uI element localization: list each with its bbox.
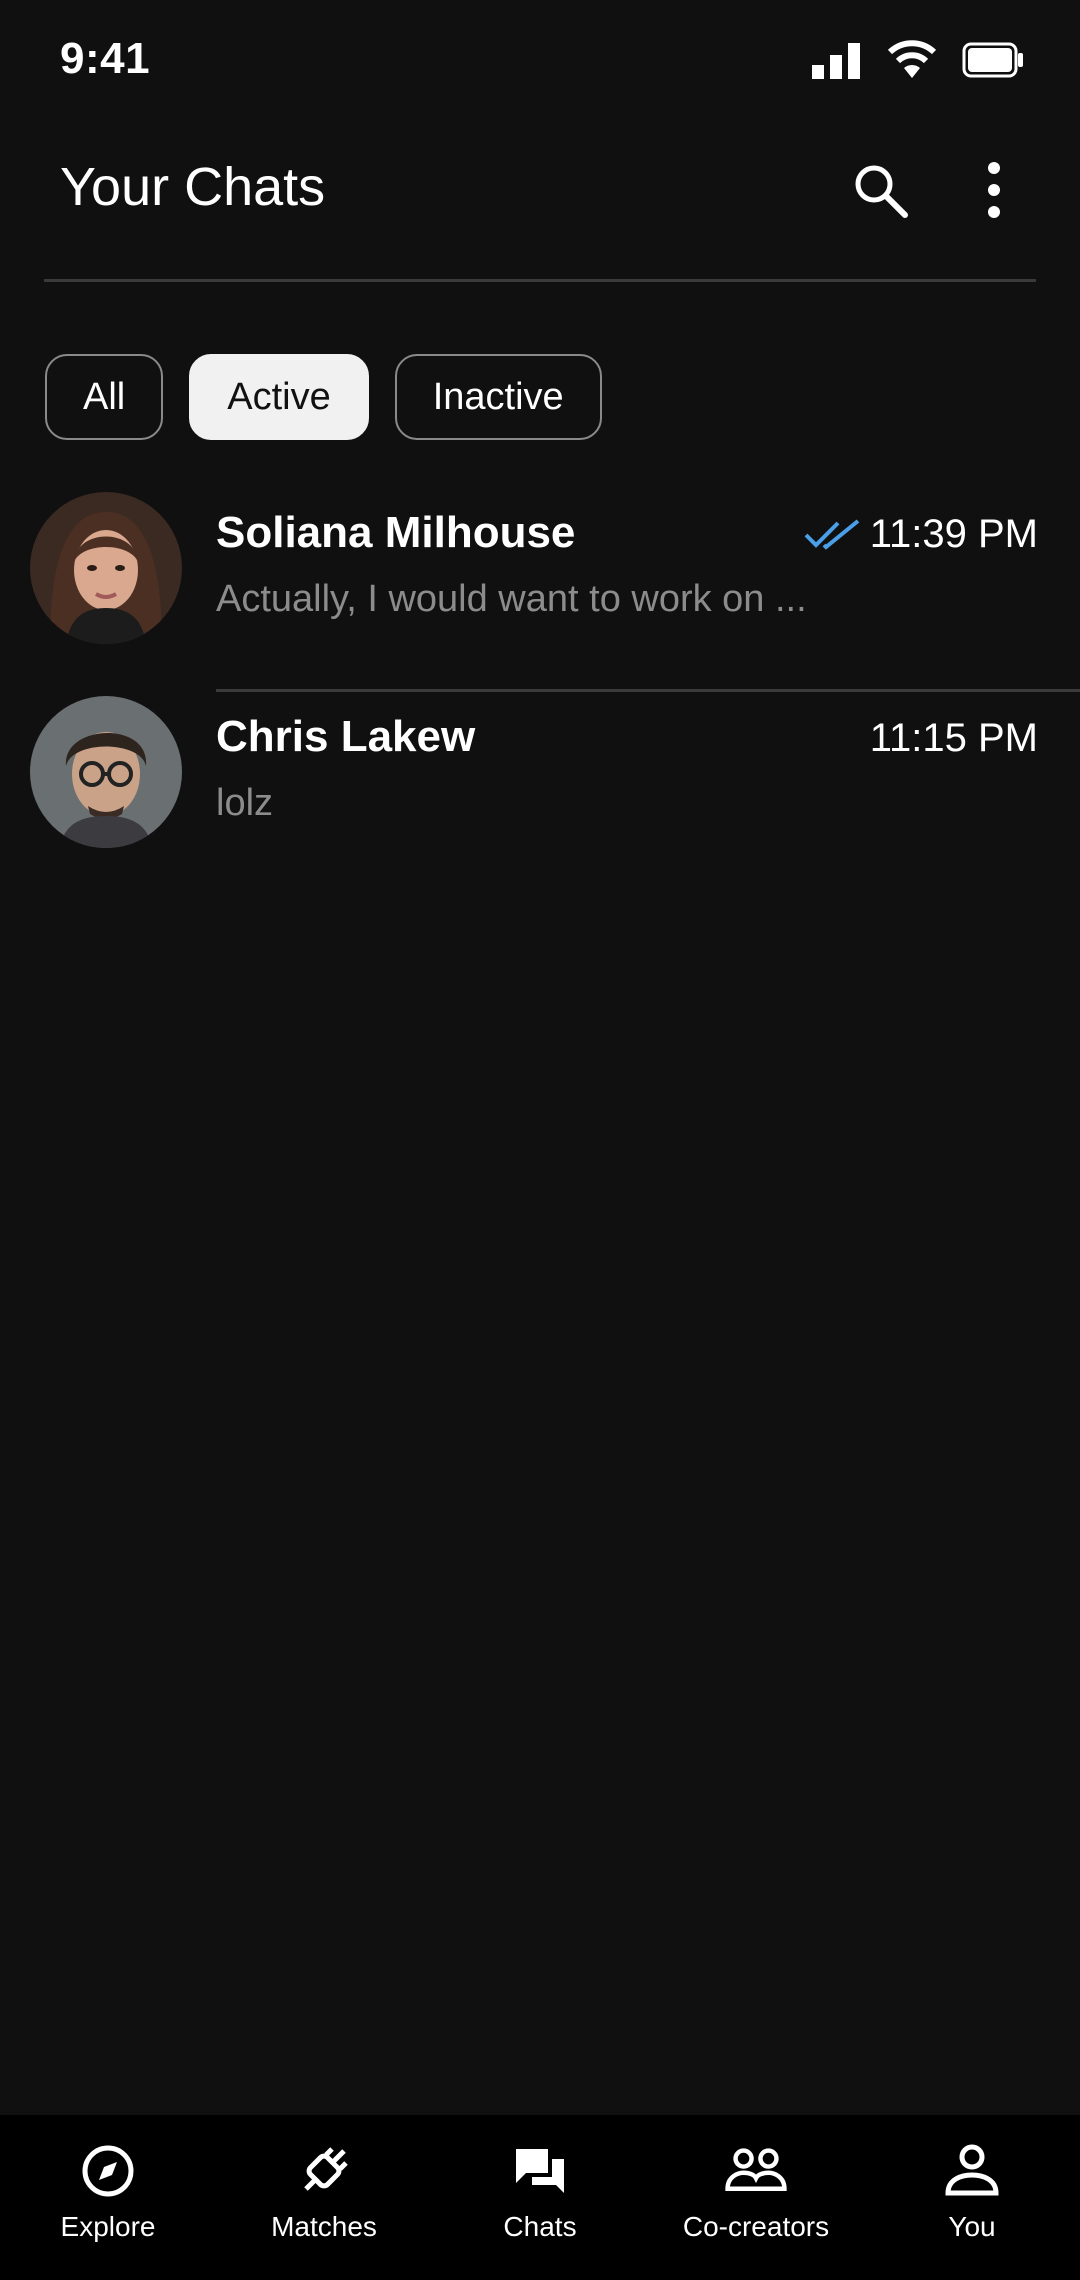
avatar — [30, 696, 182, 848]
nav-label: Explore — [60, 2211, 156, 2242]
double-check-icon — [804, 518, 860, 550]
group-icon — [724, 2139, 788, 2203]
battery-icon — [962, 42, 1023, 78]
chat-message-preview: Actually, I would want to work on ... — [216, 578, 807, 620]
more-options-button[interactable] — [954, 150, 1034, 230]
nav-item-matches[interactable]: Matches — [216, 2115, 432, 2280]
header: Your Chats — [0, 120, 1080, 280]
page-title: Your Chats — [60, 157, 326, 217]
nav-item-you[interactable]: You — [864, 2115, 1080, 2280]
filter-all-chip[interactable]: All — [45, 354, 164, 440]
person-icon — [940, 2139, 1004, 2203]
chat-list: Soliana Milhouse 11:39 PM Actually, I wo… — [0, 488, 1080, 896]
filter-chips: All Active Inactive — [45, 354, 602, 440]
chat-timestamp: 11:39 PM — [804, 512, 1038, 557]
chat-message-preview: lolz — [216, 782, 274, 824]
status-time: 9:41 — [60, 34, 151, 83]
nav-item-chats[interactable]: Chats — [432, 2115, 648, 2280]
status-bar: 9:41 — [0, 0, 1080, 120]
nav-item-co-creators[interactable]: Co-creators — [648, 2115, 864, 2280]
bottom-navigation: Explore Matches Chats Co-creators You — [0, 2115, 1080, 2280]
filter-inactive-chip[interactable]: Inactive — [394, 354, 602, 440]
header-divider — [44, 279, 1036, 282]
chat-timestamp: 11:15 PM — [870, 716, 1038, 761]
filter-active-chip[interactable]: Active — [189, 354, 369, 440]
chat-list-item[interactable]: Chris Lakew 11:15 PM lolz — [0, 692, 1080, 896]
chat-contact-name: Soliana Milhouse — [216, 508, 576, 557]
chat-time-text: 11:15 PM — [869, 716, 1038, 760]
wifi-icon — [887, 40, 937, 78]
plug-icon — [292, 2139, 356, 2203]
status-icons — [812, 40, 1024, 80]
nav-label: Matches — [271, 2211, 377, 2242]
nav-label: Co-creators — [682, 2211, 830, 2242]
search-icon — [855, 165, 908, 218]
more-vertical-icon — [988, 162, 1000, 218]
signal-icon — [812, 43, 860, 79]
chat-bubbles-icon — [508, 2139, 572, 2203]
chat-list-item[interactable]: Soliana Milhouse 11:39 PM Actually, I wo… — [0, 488, 1080, 692]
search-button[interactable] — [840, 150, 920, 230]
avatar — [30, 492, 182, 644]
chat-contact-name: Chris Lakew — [216, 712, 476, 761]
nav-label: You — [948, 2211, 996, 2242]
nav-item-explore[interactable]: Explore — [0, 2115, 216, 2280]
compass-icon — [76, 2139, 140, 2203]
chat-time-text: 11:39 PM — [869, 512, 1038, 556]
nav-label: Chats — [503, 2211, 577, 2242]
